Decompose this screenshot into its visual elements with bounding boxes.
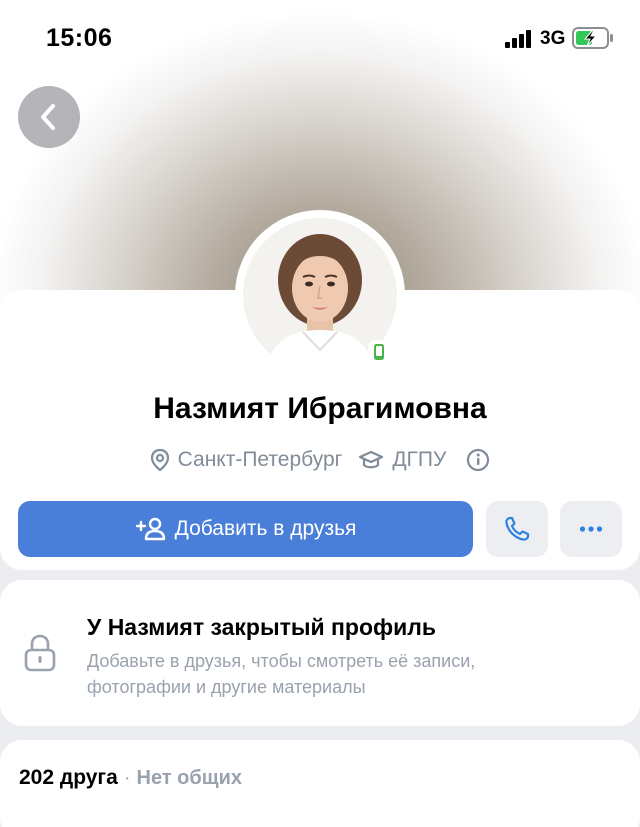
graduation-cap-icon (359, 450, 384, 469)
mutual-friends: Нет общих (136, 767, 243, 789)
profile-screen: 15:06 3G Назмият Ибрагимовна Санкт-Петер… (0, 0, 640, 827)
closed-profile-title: У Назмият закрытый профиль (87, 614, 437, 640)
location-pin-icon (150, 448, 169, 472)
friends-count: 202 друга (19, 766, 118, 789)
more-horizontal-icon (579, 526, 603, 532)
signal-icon (505, 30, 531, 48)
back-button[interactable] (18, 86, 80, 148)
add-user-icon (135, 517, 165, 541)
chevron-left-icon (41, 104, 55, 130)
closed-profile-subtitle-line-1: Добавьте в друзья, чтобы смотреть её зап… (87, 651, 476, 671)
call-button[interactable] (486, 501, 548, 557)
info-icon[interactable] (466, 448, 490, 472)
status-bar: 15:06 3G (0, 0, 640, 78)
network-type: 3G (540, 28, 566, 49)
profile-info-row: Санкт-Петербург ДГПУ (0, 448, 640, 472)
mobile-online-icon (374, 344, 384, 360)
closed-profile-subtitle-line-2: фотографии и другие материалы (87, 677, 366, 697)
profile-name: Назмият Ибрагимовна (153, 392, 487, 425)
status-time: 15:06 (46, 24, 113, 52)
lock-icon (24, 634, 56, 672)
closed-profile-subtitle: Добавьте в друзья, чтобы смотреть её зап… (87, 648, 607, 700)
friends-summary[interactable]: 202 друга · Нет общих (19, 766, 242, 790)
battery-charging-icon (572, 27, 613, 49)
phone-icon (505, 516, 530, 541)
university-label: ДГПУ (392, 448, 447, 471)
add-friend-label: Добавить в друзья (174, 517, 357, 540)
city-label: Санкт-Петербург (177, 448, 343, 471)
friends-separator: · (123, 767, 131, 789)
city-info[interactable]: Санкт-Петербург (150, 448, 343, 472)
university-info[interactable]: ДГПУ (358, 448, 446, 472)
add-friend-button[interactable]: Добавить в друзья (18, 501, 473, 557)
more-button[interactable] (560, 501, 622, 557)
online-status-badge (368, 340, 390, 364)
